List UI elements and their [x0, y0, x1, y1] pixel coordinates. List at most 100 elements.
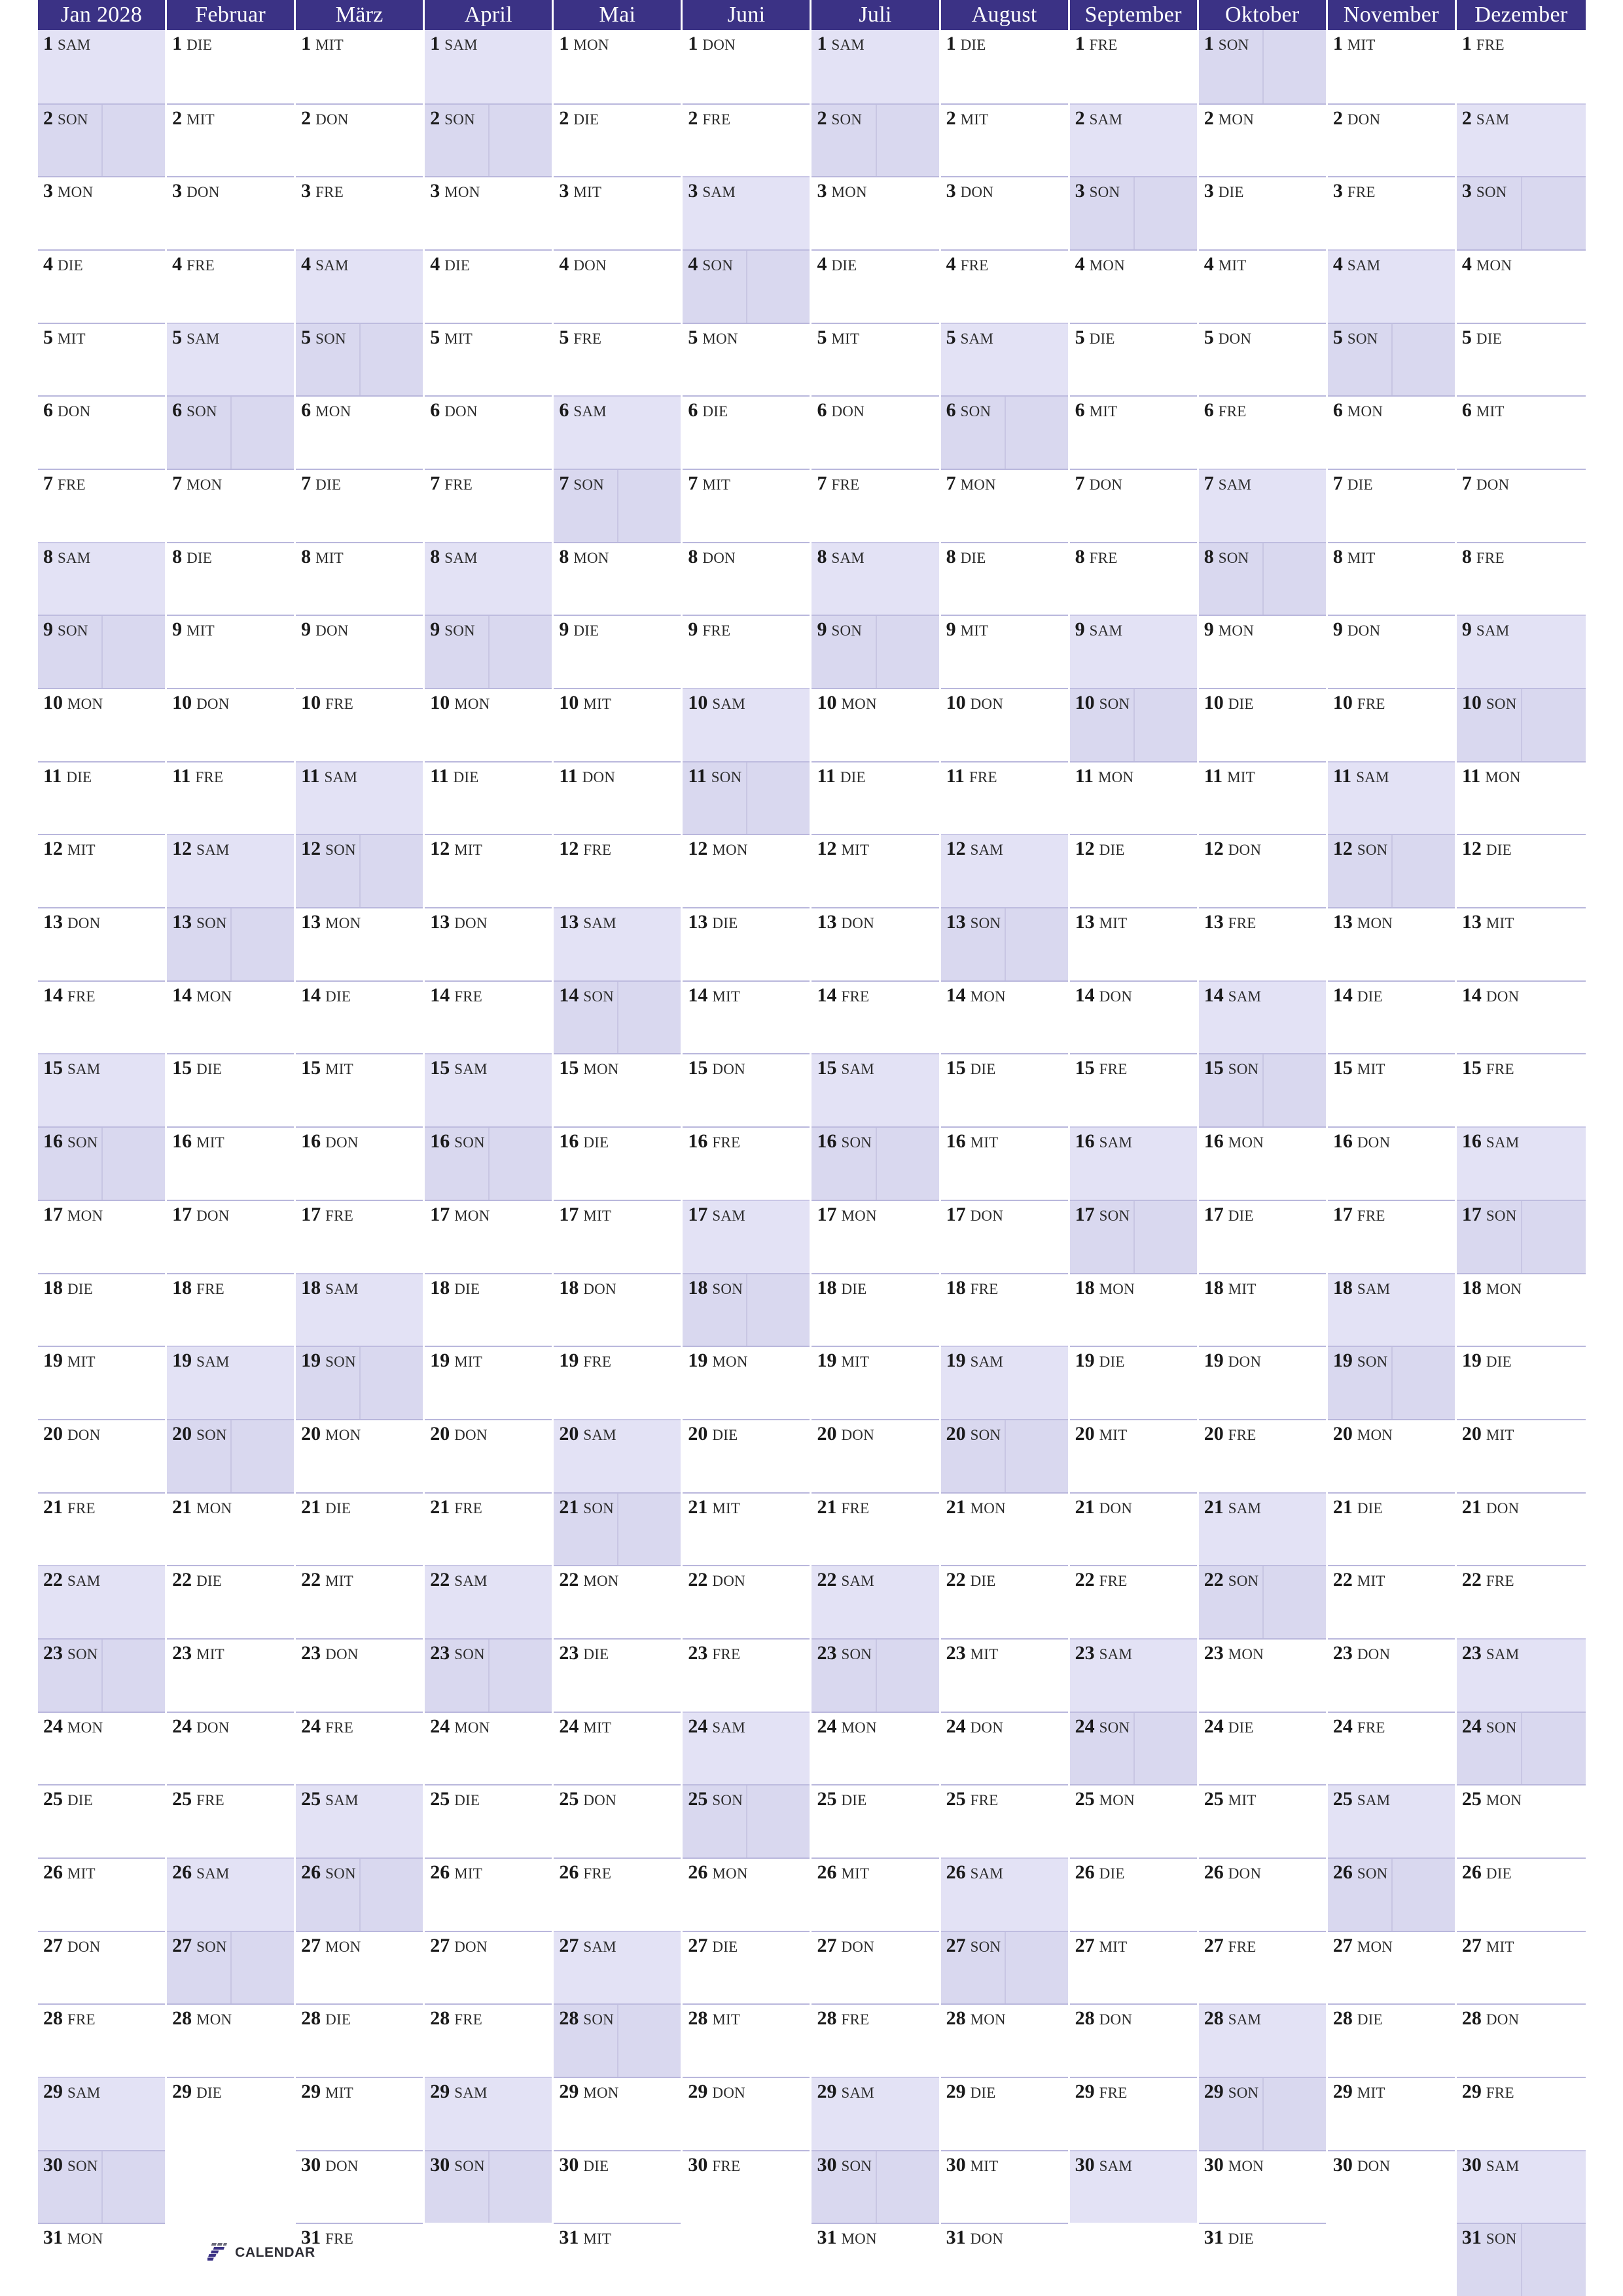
day-cell[interactable]: 17 DON: [940, 1199, 1068, 1273]
day-cell[interactable]: 17 DON: [167, 1199, 294, 1273]
day-cell[interactable]: 2 DIE: [554, 103, 681, 177]
day-cell[interactable]: 14 MIT: [683, 980, 810, 1054]
day-cell[interactable]: 20 MON: [296, 1418, 423, 1492]
month-header-2[interactable]: Februar: [167, 0, 294, 30]
day-cell[interactable]: 12 SAM: [167, 834, 294, 908]
day-cell[interactable]: 17 FRE: [1327, 1199, 1455, 1273]
day-cell[interactable]: 1 SAM: [38, 30, 166, 103]
day-cell[interactable]: 8 SAM: [425, 541, 552, 615]
day-cell[interactable]: 3 DON: [167, 176, 294, 249]
day-cell[interactable]: 27 MON: [1327, 1930, 1455, 2004]
day-cell[interactable]: 9 SON: [38, 615, 166, 689]
day-cell[interactable]: 21 MON: [167, 1492, 294, 1566]
day-cell[interactable]: 31 MIT: [554, 2223, 681, 2296]
day-cell[interactable]: 7 FRE: [812, 469, 939, 542]
day-cell[interactable]: 21 DIE: [296, 1492, 423, 1566]
day-cell[interactable]: 30 SAM: [1069, 2149, 1197, 2223]
day-cell[interactable]: 22 MIT: [296, 1565, 423, 1638]
day-cell[interactable]: 26 DON: [1198, 1857, 1326, 1931]
day-cell[interactable]: 23 DON: [296, 1638, 423, 1712]
day-cell[interactable]: 31 DON: [940, 2223, 1068, 2296]
day-cell[interactable]: 30 DON: [1327, 2149, 1455, 2223]
day-cell[interactable]: 1 MIT: [296, 30, 423, 103]
day-cell[interactable]: 11 MON: [1069, 761, 1197, 834]
day-cell[interactable]: 11 SON: [683, 761, 810, 834]
day-cell[interactable]: 28 MIT: [683, 2003, 810, 2077]
day-cell[interactable]: 5 MIT: [425, 322, 552, 396]
day-cell[interactable]: 1 FRE: [1457, 30, 1586, 103]
day-cell[interactable]: 30 DIE: [554, 2149, 681, 2223]
day-cell[interactable]: 1 FRE: [1070, 30, 1197, 103]
day-cell[interactable]: 12 MIT: [38, 834, 166, 907]
day-cell[interactable]: 15 DIE: [167, 1053, 294, 1126]
day-cell[interactable]: 1 SON: [1198, 30, 1326, 103]
day-cell[interactable]: 1 DON: [683, 30, 810, 103]
day-cell[interactable]: 6 MON: [296, 395, 423, 469]
day-cell[interactable]: 3 MON: [425, 176, 552, 249]
day-cell[interactable]: 23 DIE: [554, 1638, 681, 1712]
day-cell[interactable]: 11 SAM: [1327, 761, 1455, 834]
day-cell[interactable]: 9 DIE: [554, 615, 681, 688]
day-cell[interactable]: 25 MIT: [1198, 1784, 1326, 1857]
day-cell[interactable]: 3 SON: [1069, 176, 1197, 250]
day-cell[interactable]: 12 DIE: [1069, 834, 1197, 907]
day-cell[interactable]: 28 DIE: [1327, 2003, 1455, 2077]
day-cell[interactable]: 17 MON: [38, 1199, 166, 1273]
day-cell[interactable]: 9 FRE: [683, 615, 810, 688]
day-cell[interactable]: 8 FRE: [1069, 541, 1197, 615]
day-cell[interactable]: 22 MON: [554, 1565, 681, 1638]
day-cell[interactable]: 5 SAM: [940, 322, 1068, 396]
day-cell[interactable]: 18 DIE: [425, 1272, 552, 1346]
day-cell[interactable]: 13 SON: [167, 907, 294, 980]
day-cell[interactable]: 30 SAM: [1456, 2149, 1586, 2223]
day-cell[interactable]: 28 DON: [1456, 2003, 1586, 2077]
day-cell[interactable]: 17 FRE: [296, 1199, 423, 1273]
day-cell[interactable]: 7 DON: [1456, 469, 1586, 542]
day-cell[interactable]: 30 MON: [1198, 2149, 1326, 2223]
day-cell[interactable]: 5 MON: [683, 322, 810, 396]
day-cell[interactable]: 14 FRE: [425, 980, 552, 1054]
day-cell[interactable]: 23 MIT: [167, 1638, 294, 1712]
day-cell[interactable]: 14 DIE: [296, 980, 423, 1054]
day-cell[interactable]: 11 DIE: [38, 761, 166, 834]
day-cell[interactable]: 29 MIT: [296, 2076, 423, 2150]
day-cell[interactable]: 30 SON: [812, 2149, 939, 2223]
day-cell[interactable]: 29 DIE: [940, 2076, 1068, 2150]
day-cell[interactable]: 23 SAM: [1069, 1638, 1197, 1712]
day-cell[interactable]: 15 MIT: [1327, 1053, 1455, 1126]
day-cell[interactable]: 22 SAM: [425, 1565, 552, 1638]
month-header-9[interactable]: September: [1069, 0, 1197, 30]
day-cell[interactable]: 1 DIE: [941, 30, 1068, 103]
day-cell[interactable]: 10 MON: [812, 688, 939, 761]
day-cell[interactable]: 8 DON: [683, 541, 810, 615]
day-cell[interactable]: 5 DIE: [1456, 322, 1586, 396]
day-cell[interactable]: 18 SAM: [296, 1272, 423, 1346]
day-cell[interactable]: 9 SON: [425, 615, 552, 689]
day-cell[interactable]: 9 MON: [1198, 615, 1326, 688]
day-cell[interactable]: 26 SON: [1327, 1857, 1455, 1931]
day-cell[interactable]: 30 FRE: [683, 2149, 810, 2223]
day-cell[interactable]: 27 MIT: [1069, 1930, 1197, 2004]
day-cell[interactable]: 24 MON: [425, 1711, 552, 1785]
day-cell[interactable]: 8 SAM: [812, 541, 939, 615]
day-cell[interactable]: 13 MIT: [1069, 907, 1197, 980]
day-cell[interactable]: 24 SAM: [683, 1711, 810, 1785]
day-cell[interactable]: 20 DIE: [683, 1418, 810, 1492]
day-cell[interactable]: 18 MIT: [1198, 1272, 1326, 1346]
day-cell[interactable]: 24 FRE: [296, 1711, 423, 1785]
day-cell[interactable]: 9 SAM: [1456, 615, 1586, 689]
day-cell[interactable]: 22 DIE: [167, 1565, 294, 1638]
day-cell[interactable]: 16 MIT: [167, 1126, 294, 1200]
day-cell[interactable]: 27 DON: [38, 1930, 166, 2004]
day-cell[interactable]: 5 SON: [296, 322, 423, 396]
day-cell[interactable]: 12 MIT: [812, 834, 939, 907]
day-cell[interactable]: 19 MIT: [38, 1346, 166, 1419]
day-cell[interactable]: 21 FRE: [812, 1492, 939, 1566]
day-cell[interactable]: 20 SON: [167, 1418, 294, 1492]
day-cell[interactable]: 29 SAM: [812, 2076, 939, 2150]
day-cell[interactable]: 26 SAM: [940, 1857, 1068, 1931]
day-cell[interactable]: 30 DON: [296, 2149, 423, 2223]
day-cell[interactable]: 7 SON: [554, 469, 681, 542]
day-cell[interactable]: 26 MIT: [38, 1857, 166, 1931]
day-cell[interactable]: 13 MON: [296, 907, 423, 980]
